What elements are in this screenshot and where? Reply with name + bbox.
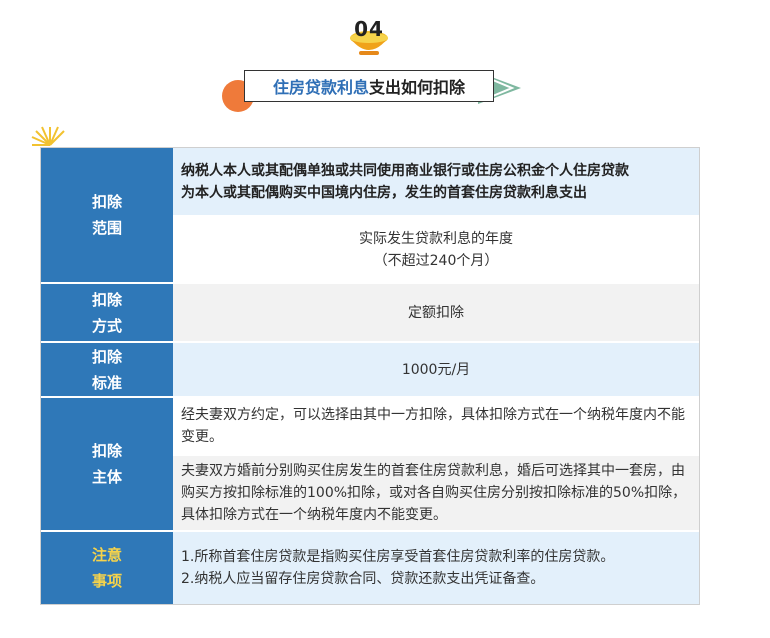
notes-content: 1.所称首套住房贷款是指购买住房享受首套住房贷款利率的住房贷款。 2.纳税人应当… [173, 531, 699, 604]
section-title-banner: 住房贷款利息 支出如何扣除 [216, 66, 526, 112]
scope-description: 纳税人本人或其配偶单独或共同使用商业银行或住房公积金个人住房贷款 为本人或其配偶… [173, 148, 699, 217]
label-line1: 扣除 [91, 347, 122, 366]
label-line1: 注意 [91, 546, 122, 564]
section-title-rest: 支出如何扣除 [369, 78, 466, 97]
label-line2: 方式 [91, 316, 122, 335]
section-header: 04 住房贷款利息 支出如何扣除 [0, 0, 770, 120]
method-value: 定额扣除 [173, 283, 699, 343]
subject-text2: 夫妻双方婚前分别购买住房发生的首套住房贷款利息，婚后可选择其中一套房，由购买方按… [173, 455, 699, 532]
note-item-2: 2.纳税人应当留存住房贷款合同、贷款还款支出凭证备查。 [181, 571, 545, 587]
period-line2: （不超过240个月） [373, 252, 499, 269]
note-item-1: 1.所称首套住房贷款是指购买住房享受首套住房贷款利率的住房贷款。 [181, 549, 615, 565]
label-line2: 标准 [91, 373, 122, 392]
label-line2: 主体 [91, 468, 122, 486]
label-line2: 事项 [91, 572, 122, 590]
row-label-subject: 扣除 主体 [41, 397, 173, 532]
section-title-highlight: 住房贷款利息 [272, 78, 369, 97]
deduction-table: 扣除 范围 纳税人本人或其配偶单独或共同使用商业银行或住房公积金个人住房贷款 为… [40, 147, 700, 605]
scope-period: 实际发生贷款利息的年度 （不超过240个月） [173, 216, 699, 284]
row-label-notes: 注意 事项 [41, 531, 173, 604]
section-number: 04 [354, 17, 384, 41]
label-line1: 扣除 [91, 290, 122, 309]
row-label-standard: 扣除 标准 [41, 342, 173, 398]
label-line1: 扣除 [91, 193, 122, 211]
section-title: 住房贷款利息 支出如何扣除 [244, 70, 494, 102]
label-line2: 范围 [91, 219, 122, 237]
label-line1: 扣除 [91, 442, 122, 460]
subject-text1: 经夫妻双方约定，可以选择由其中一方扣除，具体扣除方式在一个纳税年度内不能变更。 [173, 397, 699, 456]
scope-line2: 为本人或其配偶购买中国境内住房，发生的首套住房贷款利息支出 [181, 184, 587, 201]
scope-line1: 纳税人本人或其配偶单独或共同使用商业银行或住房公积金个人住房贷款 [181, 162, 629, 179]
standard-value: 1000元/月 [173, 342, 699, 398]
period-line1: 实际发生贷款利息的年度 [359, 230, 513, 247]
row-label-scope: 扣除 范围 [41, 148, 173, 284]
row-label-method: 扣除 方式 [41, 283, 173, 343]
